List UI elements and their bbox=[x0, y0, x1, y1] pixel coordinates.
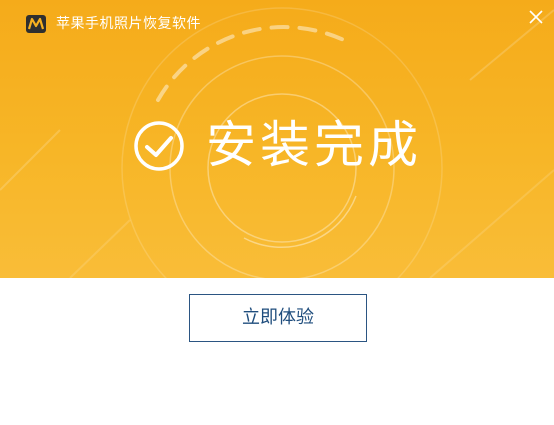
app-logo-icon bbox=[26, 15, 46, 33]
title-bar: 苹果手机照片恢复软件 bbox=[0, 0, 554, 50]
window-title: 苹果手机照片恢复软件 bbox=[56, 16, 201, 32]
installer-window: 苹果手机照片恢复软件 安装完成 立即体验 bbox=[0, 0, 554, 425]
close-button[interactable] bbox=[524, 6, 548, 30]
check-circle-icon bbox=[134, 121, 184, 171]
close-icon bbox=[529, 10, 543, 24]
status-title: 安装完成 bbox=[206, 116, 422, 174]
try-now-button[interactable]: 立即体验 bbox=[189, 294, 367, 342]
completion-banner: 苹果手机照片恢复软件 安装完成 bbox=[0, 0, 554, 278]
